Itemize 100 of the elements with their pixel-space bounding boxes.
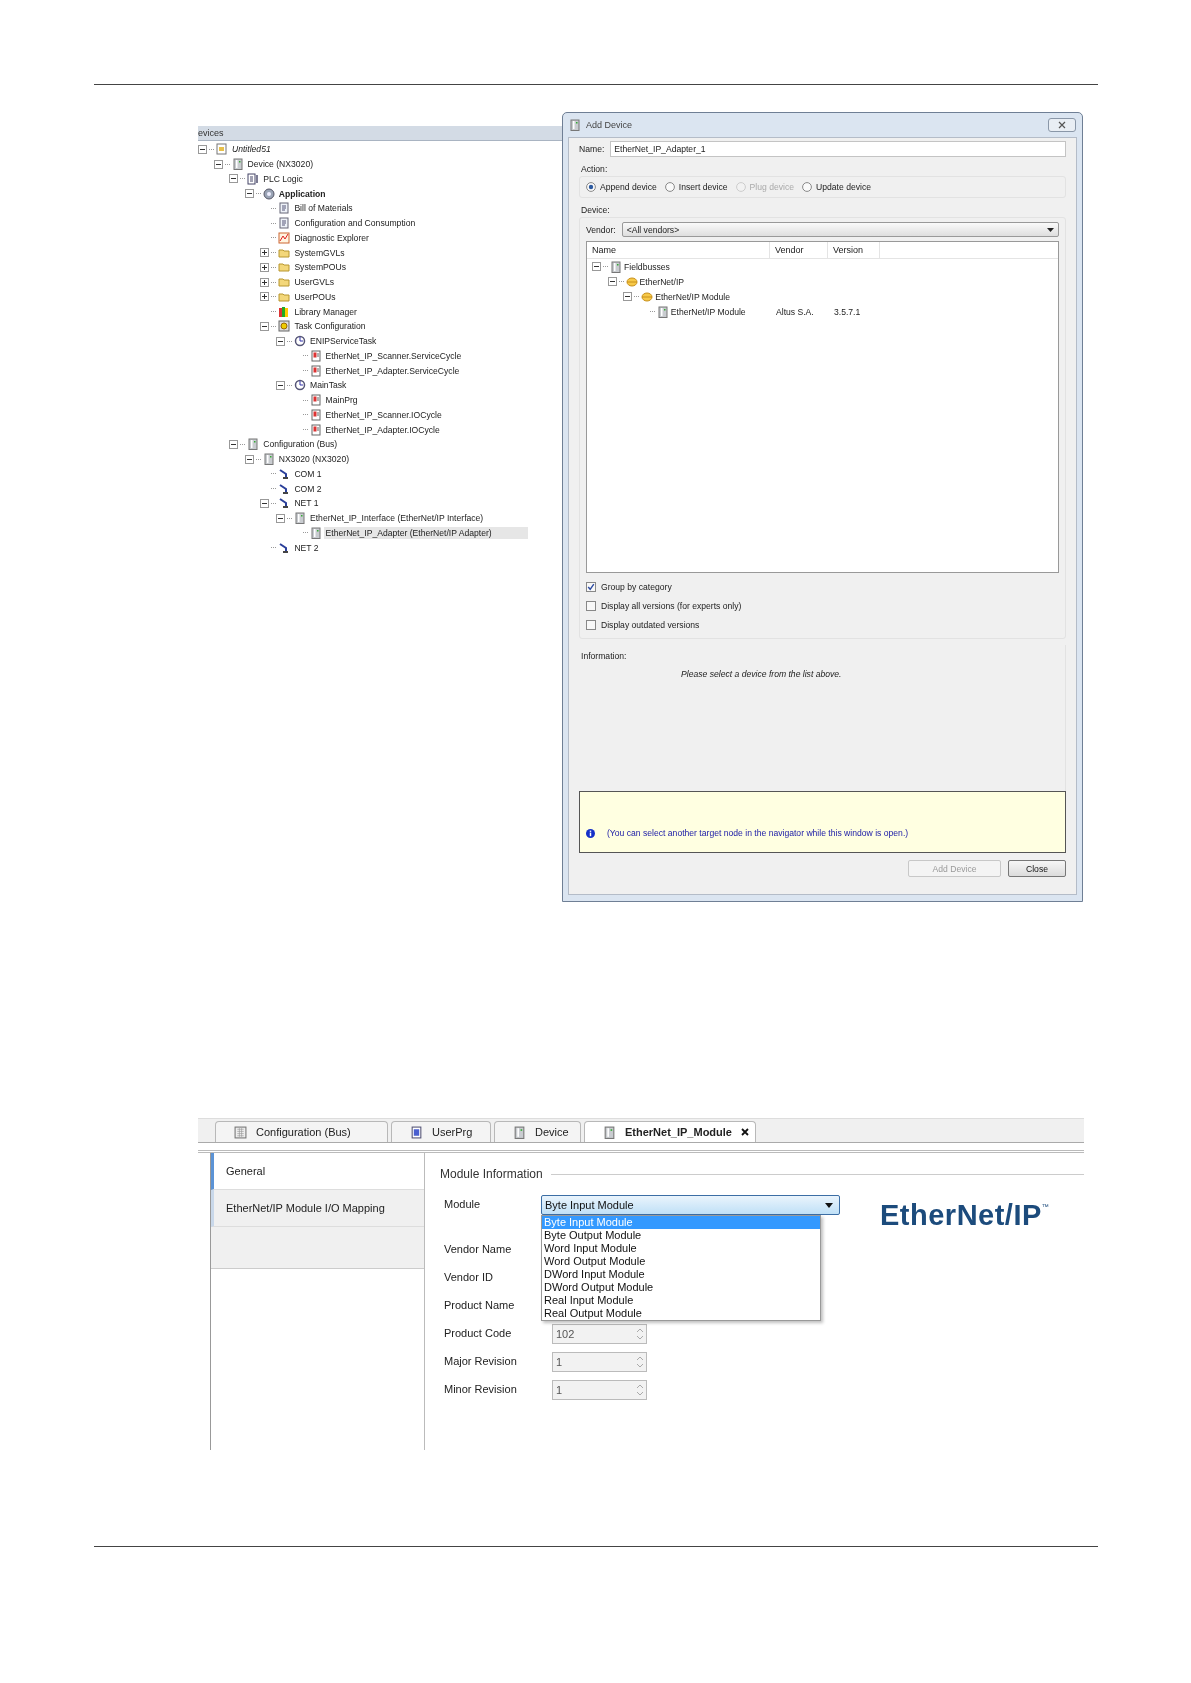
logo-text: EtherNet/IP (880, 1199, 1042, 1232)
cycle-icon (294, 335, 306, 348)
collapse-icon[interactable] (260, 321, 270, 331)
collapse-icon[interactable] (229, 439, 239, 449)
number-field[interactable]: 1 (552, 1380, 647, 1400)
expand-icon[interactable] (260, 248, 270, 258)
collapse-icon[interactable] (213, 159, 223, 169)
column-header[interactable]: Name (587, 242, 770, 258)
collapse-icon[interactable] (260, 498, 270, 508)
document-icon (278, 217, 291, 230)
close-icon[interactable] (740, 1128, 749, 1136)
checkbox[interactable] (586, 619, 596, 630)
dropdown-option[interactable]: Real Input Module (542, 1294, 820, 1307)
radio-button[interactable] (802, 182, 813, 192)
device-name[interactable]: EtherNet/IP Module (670, 306, 746, 317)
tree-item[interactable]: Diagnostic Explorer (292, 231, 371, 244)
dropdown-option[interactable]: Real Output Module (542, 1307, 820, 1320)
tree-item[interactable]: Configuration (Bus) (261, 438, 340, 451)
module-dropdown[interactable]: Byte Input Module (541, 1195, 840, 1215)
tree-item[interactable]: NET 1 (292, 497, 321, 510)
collapse-icon[interactable] (276, 380, 285, 390)
radio-label[interactable]: Insert device (678, 182, 728, 192)
checkbox[interactable] (586, 581, 596, 592)
tree-item[interactable]: EtherNet_IP_Adapter (EtherNet/IP Adapter) (323, 526, 528, 539)
tree-item[interactable]: EtherNet_IP_Scanner.ServiceCycle (323, 349, 464, 362)
tree-item[interactable]: EtherNet_IP_Adapter.IOCycle (323, 423, 442, 436)
tree-item[interactable]: Device (NX3020) (245, 158, 316, 171)
tree-item[interactable]: UserPOUs (292, 290, 338, 303)
group-label: Device: (581, 205, 611, 215)
collapse-icon[interactable] (229, 174, 239, 184)
expand-icon[interactable] (260, 262, 270, 272)
number-field[interactable]: 102 (552, 1324, 647, 1344)
dropdown-option[interactable]: Word Output Module (542, 1255, 820, 1268)
dropdown-option[interactable]: DWord Output Module (542, 1281, 820, 1294)
tree-item[interactable]: PLC Logic (261, 172, 305, 185)
collapse-icon[interactable] (607, 277, 617, 286)
device-name[interactable]: EtherNet/IP (639, 276, 684, 287)
radio-button[interactable] (664, 182, 675, 192)
device-name[interactable]: EtherNet/IP Module (655, 291, 731, 302)
collapse-icon[interactable] (244, 189, 254, 199)
editor-tab[interactable]: Configuration (Bus) (215, 1121, 388, 1142)
number-field[interactable]: 1 (552, 1352, 647, 1372)
dropdown-option[interactable]: DWord Input Module (542, 1268, 820, 1281)
column-header[interactable]: Version (828, 242, 880, 258)
connector-icon (278, 541, 291, 554)
checkbox-label[interactable]: Display all versions (for experts only) (601, 600, 742, 611)
tree-item[interactable]: Application (276, 187, 328, 200)
tree-item[interactable]: SystemPOUs (292, 261, 348, 274)
tree-item[interactable]: Untitled51 (230, 143, 273, 156)
radio-label[interactable]: Append device (600, 182, 657, 192)
dropdown-option[interactable]: Word Input Module (542, 1242, 820, 1255)
group-label: Action: (581, 164, 609, 174)
tree-item[interactable]: UserGVLs (292, 276, 337, 289)
device-name[interactable]: Fieldbusses (624, 261, 670, 272)
collapse-icon[interactable] (276, 513, 285, 523)
nav-item[interactable]: EtherNet/IP Module I/O Mapping (211, 1190, 424, 1227)
field-label: Module (443, 1197, 482, 1210)
editor-tab[interactable]: UserPrg (391, 1121, 491, 1142)
collapse-icon[interactable] (244, 454, 254, 464)
collapse-icon[interactable] (198, 144, 207, 154)
vendor-dropdown[interactable]: <All vendors> (621, 222, 1059, 237)
name-field[interactable]: EtherNet_IP_Adapter_1 (610, 141, 1066, 157)
tree-item[interactable]: COM 1 (292, 467, 324, 480)
collapse-icon[interactable] (592, 262, 601, 271)
column-header[interactable]: Vendor (770, 242, 828, 258)
tree-item[interactable]: Task Configuration (292, 320, 368, 333)
tree-item[interactable]: COM 2 (292, 482, 324, 495)
device-icon (656, 305, 669, 318)
editor-tab[interactable]: EtherNet_IP_Module (584, 1121, 756, 1142)
field-label: Product Code (443, 1326, 513, 1339)
close-button[interactable] (1048, 118, 1076, 132)
document-icon (278, 202, 291, 215)
tree-item[interactable]: EtherNet_IP_Adapter.ServiceCycle (323, 364, 462, 377)
expand-icon[interactable] (260, 277, 270, 287)
dropdown-option[interactable]: Byte Output Module (542, 1229, 820, 1242)
dialog-button[interactable]: Close (1008, 860, 1066, 877)
checkbox[interactable] (586, 600, 596, 611)
connector-icon (278, 482, 291, 495)
folder-icon (278, 290, 291, 303)
checkbox-label[interactable]: Group by category (601, 581, 672, 592)
tree-item[interactable]: SystemGVLs (292, 246, 347, 259)
checkbox-label[interactable]: Display outdated versions (601, 619, 700, 630)
collapse-icon[interactable] (276, 336, 285, 346)
tree-item[interactable]: Bill of Materials (292, 202, 355, 215)
tree-item[interactable]: NET 2 (292, 541, 321, 554)
tree-item[interactable]: EtherNet_IP_Interface (EtherNet/IP Interface) (308, 512, 486, 525)
nav-item[interactable]: General (211, 1153, 424, 1190)
tree-item[interactable]: Library Manager (292, 305, 359, 318)
tree-item[interactable]: EtherNet_IP_Scanner.IOCycle (323, 408, 444, 421)
radio-label[interactable]: Update device (816, 182, 871, 192)
radio-button[interactable] (586, 182, 596, 192)
tree-item[interactable]: MainPrg (323, 394, 360, 407)
tree-item[interactable]: NX3020 (NX3020) (276, 453, 352, 466)
expand-icon[interactable] (260, 292, 270, 302)
tree-item[interactable]: Configuration and Consumption (292, 217, 418, 230)
editor-tab[interactable]: Device (494, 1121, 581, 1142)
tree-item[interactable]: ENIPServiceTask (308, 335, 379, 348)
program-icon (309, 364, 322, 377)
collapse-icon[interactable] (623, 292, 633, 301)
tree-item[interactable]: MainTask (308, 379, 349, 392)
